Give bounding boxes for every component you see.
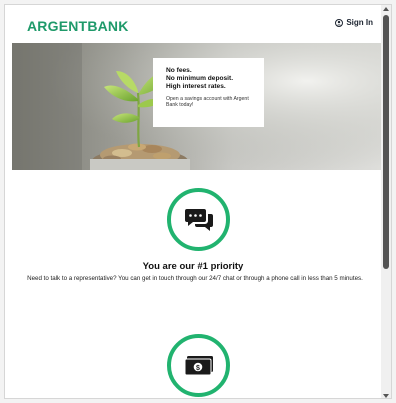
chat-icon: [184, 208, 213, 231]
feature-title: You are our #1 priority: [142, 261, 244, 272]
scrollbar-thumb[interactable]: [383, 15, 389, 269]
site-header: ARGENTBANK Sign In: [5, 5, 381, 43]
page: ARGENTBANK Sign In No fees. No minimum d…: [5, 5, 381, 398]
logo-part-1: ARGENT: [27, 18, 88, 34]
browser-window: ARGENTBANK Sign In No fees. No minimum d…: [4, 4, 392, 399]
scroll-up-arrow-icon[interactable]: [383, 7, 389, 11]
sign-in-label: Sign In: [346, 18, 373, 27]
promo-line-1: No fees.: [166, 67, 192, 74]
scroll-down-arrow-icon[interactable]: [383, 394, 389, 398]
feature-icon-circle-money: $: [167, 334, 230, 397]
money-icon: $: [184, 355, 213, 375]
hero-banner: No fees. No minimum deposit. High intere…: [12, 43, 381, 170]
promo-subtext: Open a savings account with Argent Bank …: [166, 96, 249, 109]
sign-in-link[interactable]: Sign In: [335, 18, 373, 27]
promo-line-3: High interest rates.: [166, 83, 226, 90]
page-scrollbar[interactable]: [381, 5, 391, 398]
svg-text:$: $: [196, 365, 200, 372]
feature-description: Need to talk to a representative? You ca…: [27, 275, 363, 282]
logo[interactable]: ARGENTBANK: [27, 18, 129, 34]
promo-card: No fees. No minimum deposit. High intere…: [153, 58, 264, 127]
promo-line-2: No minimum deposit.: [166, 75, 234, 82]
logo-part-2: BANK: [87, 18, 129, 34]
user-circle-icon: [335, 18, 344, 27]
feature-icon-circle-chat: [167, 188, 230, 251]
